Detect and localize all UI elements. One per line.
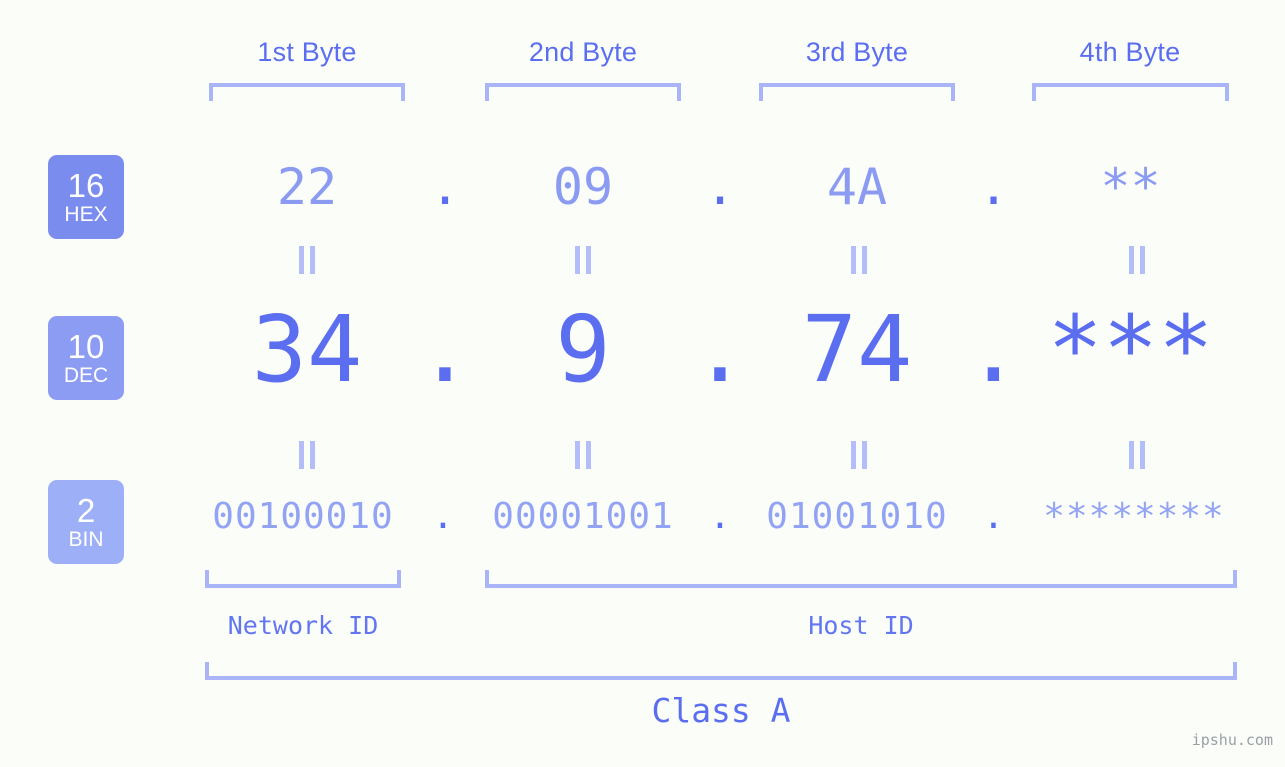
dec-byte-3: 74 xyxy=(801,296,913,403)
byte-header-3: 3rd Byte xyxy=(805,37,909,67)
equality-mark-hex-dec-3 xyxy=(848,246,870,274)
hex-byte-4: ** xyxy=(1100,158,1161,216)
dec-byte-2: 9 xyxy=(555,296,611,403)
byte-header-1: 1st Byte xyxy=(257,37,357,67)
host-id-bracket xyxy=(485,570,1237,588)
hex-byte-1: 22 xyxy=(276,158,338,216)
equality-mark-hex-dec-2 xyxy=(572,246,594,274)
dec-byte-4: *** xyxy=(1047,296,1214,403)
dec-value-row: 34 . 9 . 74 . *** xyxy=(0,295,1285,415)
equality-mark-hex-dec-4 xyxy=(1126,246,1148,274)
bin-byte-1: 00100010 xyxy=(212,496,394,537)
equality-mark-dec-bin-1 xyxy=(296,441,318,469)
bin-byte-4: ******** xyxy=(1043,496,1225,537)
network-id-label: Network ID xyxy=(227,611,379,640)
equality-mark-hex-dec-1 xyxy=(296,246,318,274)
hex-separator-2: . xyxy=(704,158,736,216)
host-id-label: Host ID xyxy=(808,611,914,640)
hex-separator-1: . xyxy=(429,158,461,216)
dec-separator-2: . xyxy=(692,296,748,403)
hex-value-row: 22 . 09 . 4A . ** xyxy=(0,150,1285,240)
dec-byte-1: 34 xyxy=(251,296,363,403)
class-bracket xyxy=(205,662,1237,680)
hex-byte-2: 09 xyxy=(552,158,614,216)
network-id-bracket xyxy=(205,570,401,588)
bin-separator-2: . xyxy=(709,496,731,537)
equality-mark-dec-bin-3 xyxy=(848,441,870,469)
equality-mark-dec-bin-2 xyxy=(572,441,594,469)
byte-bracket-2 xyxy=(485,83,681,101)
byte-bracket-4 xyxy=(1032,83,1229,101)
ip-address-breakdown-diagram: 1st Byte 2nd Byte 3rd Byte 4th Byte 16 H… xyxy=(0,0,1285,767)
class-label: Class A xyxy=(651,691,791,730)
hex-byte-3: 4A xyxy=(826,158,888,216)
site-watermark: ipshu.com xyxy=(1191,731,1273,749)
byte-header-4: 4th Byte xyxy=(1079,37,1181,67)
bin-separator-1: . xyxy=(432,496,454,537)
bin-value-row: 00100010 . 00001001 . 01001010 . *******… xyxy=(0,487,1285,557)
equality-mark-dec-bin-4 xyxy=(1126,441,1148,469)
byte-bracket-3 xyxy=(759,83,955,101)
bin-separator-3: . xyxy=(982,496,1005,537)
hex-separator-3: . xyxy=(978,158,1009,216)
bin-byte-3: 01001010 xyxy=(766,496,948,537)
bin-byte-2: 00001001 xyxy=(492,496,674,537)
byte-header-2: 2nd Byte xyxy=(528,37,638,67)
dec-separator-1: . xyxy=(417,296,473,403)
dec-separator-3: . xyxy=(965,296,1022,403)
byte-bracket-1 xyxy=(209,83,405,101)
